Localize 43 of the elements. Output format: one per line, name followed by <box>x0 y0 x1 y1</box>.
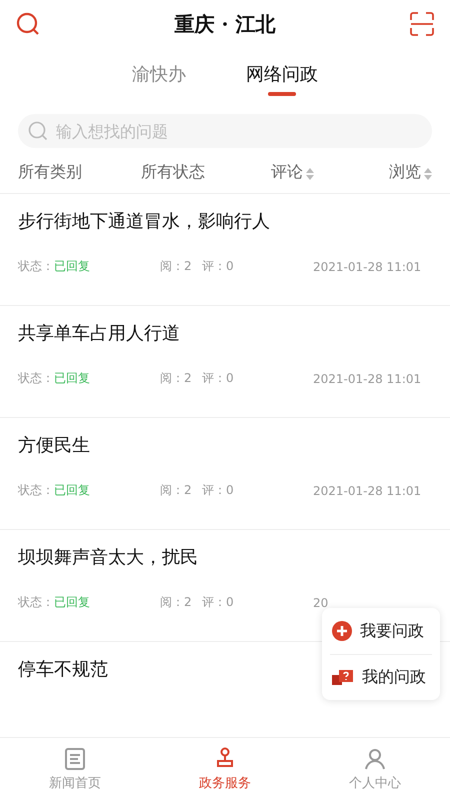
post-title[interactable]: 坝坝舞声音太大，扰民 <box>18 544 432 572</box>
status-label: 状态： <box>18 594 54 611</box>
status-label: 状态： <box>18 258 54 275</box>
nav-item[interactable]: 政务服务 <box>150 738 300 800</box>
post-time: 2021-01-28 11:01 <box>313 372 422 386</box>
status-text: 已回复 <box>54 258 90 275</box>
filter-button[interactable]: 所有状态 <box>141 162 271 193</box>
comment-count: 评：0 <box>202 594 235 611</box>
filter-button[interactable]: 所有类别 <box>18 162 141 193</box>
sort-icon <box>424 168 432 180</box>
status-text: 已回复 <box>54 594 90 611</box>
post-time: 2021-01-28 11:01 <box>313 260 422 274</box>
location-title: 重庆 · 江北 <box>174 10 276 38</box>
comment-count: 评：0 <box>202 370 235 387</box>
search-icon[interactable] <box>16 12 40 36</box>
filter-button[interactable]: 评论 <box>271 162 381 193</box>
post-title[interactable]: 步行街地下通道冒水，影响行人 <box>18 208 432 236</box>
post-time: 2021-01-28 11:01 <box>313 484 422 498</box>
post-title[interactable]: 共享单车占用人行道 <box>18 320 432 348</box>
person-icon <box>364 746 386 770</box>
status-text: 已回复 <box>54 370 90 387</box>
filter-button[interactable]: 浏览 <box>389 162 432 193</box>
tab[interactable]: 网络问政 <box>246 62 318 104</box>
plus-icon <box>332 621 352 641</box>
question-bubble-icon <box>332 668 354 688</box>
comment-count: 评：0 <box>202 258 235 275</box>
post-time: 20 <box>313 596 328 610</box>
post-title[interactable]: 方便民生 <box>18 432 432 460</box>
document-icon <box>64 746 86 770</box>
sort-icon <box>306 168 314 180</box>
status-label: 状态： <box>18 370 54 387</box>
menu-item[interactable]: 我的问政 <box>330 654 432 700</box>
comment-count: 评：0 <box>202 482 235 499</box>
scan-icon[interactable] <box>410 12 434 36</box>
view-count: 阅：2 <box>160 482 193 499</box>
view-count: 阅：2 <box>160 370 193 387</box>
view-count: 阅：2 <box>160 594 193 611</box>
view-count: 阅：2 <box>160 258 193 275</box>
status-label: 状态： <box>18 482 54 499</box>
search-field[interactable]: 输入想找的问题 <box>18 114 432 148</box>
tab[interactable]: 渝快办 <box>132 62 186 104</box>
menu-item[interactable]: 我要问政 <box>330 608 432 654</box>
status-text: 已回复 <box>54 482 90 499</box>
